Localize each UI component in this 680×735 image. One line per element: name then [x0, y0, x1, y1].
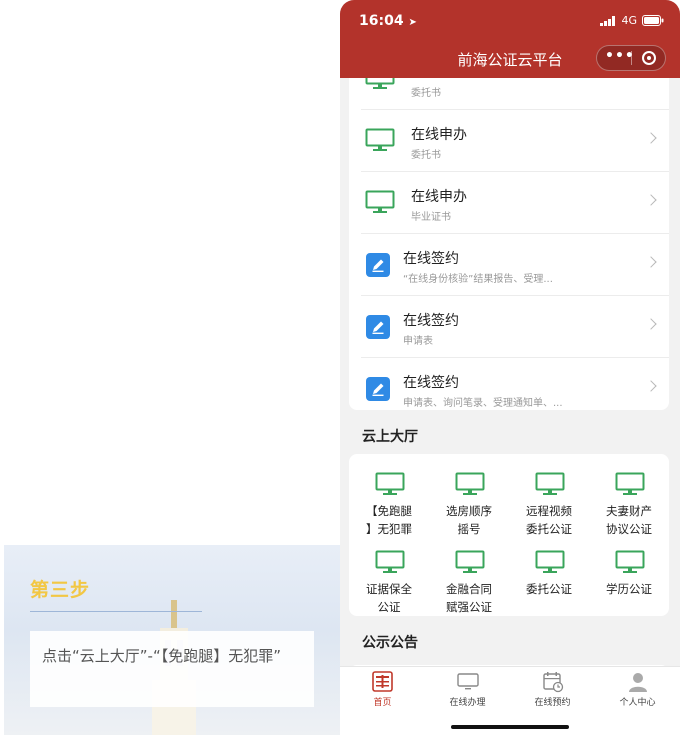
step-title: 第三步 — [30, 579, 91, 601]
calendar-icon — [543, 672, 564, 693]
item-title: 在线签约 — [403, 375, 459, 391]
item-subtitle: 申请表、询问笔录、受理通知单、... — [403, 398, 563, 409]
item-subtitle: 毕业证书 — [411, 212, 451, 223]
monitor-icon — [615, 472, 645, 495]
scroll-content[interactable]: 委托书 在线申办 委托书 在线申办 毕业证书 在线签约 “在线身份核验”结果报告… — [340, 78, 680, 668]
home-seal-icon — [372, 671, 393, 692]
article-panel: 第三步 点击“云上大厅”-“【免跑腿】无犯罪” — [0, 0, 340, 735]
item-title: 在线申办 — [411, 189, 467, 205]
item-subtitle: 委托书 — [411, 88, 441, 99]
tab-label: 在线预约 — [534, 698, 571, 708]
section-title-hall: 云上大厅 — [362, 429, 418, 445]
item-title: 在线签约 — [403, 313, 459, 329]
section-title-notice: 公示公告 — [362, 635, 418, 651]
chevron-right-icon — [645, 132, 657, 144]
monitor-icon — [455, 550, 485, 573]
monitor-icon — [455, 472, 485, 495]
hall-item-entrust-notarization[interactable]: 委托公证 — [509, 538, 589, 616]
hall-item-label: 夫妻财产 协议公证 — [606, 504, 652, 536]
hall-item-no-criminal-record[interactable]: 【免跑腿 】无犯罪 — [349, 460, 429, 538]
monitor-icon — [365, 190, 395, 213]
signal-icon — [600, 15, 616, 26]
monitor-icon — [457, 673, 479, 690]
tab-label: 首页 — [373, 698, 392, 708]
pen-icon — [366, 315, 390, 339]
network-label: 4G — [621, 14, 637, 27]
tab-personal-center[interactable]: 个人中心 — [595, 667, 680, 717]
chevron-right-icon — [645, 256, 657, 268]
hall-item-label: 证据保全 公证 — [366, 582, 412, 614]
list-item[interactable]: 在线申办 委托书 — [349, 110, 669, 172]
hall-item-label: 选房顺序 摇号 — [446, 504, 492, 536]
item-title: 在线申办 — [411, 127, 467, 143]
list-item[interactable]: 在线签约 申请表、询问笔录、受理通知单、... — [349, 358, 669, 420]
monitor-icon — [365, 78, 395, 89]
step-card: 第三步 点击“云上大厅”-“【免跑腿】无犯罪” — [4, 545, 340, 735]
monitor-icon — [375, 550, 405, 573]
monitor-icon — [365, 128, 395, 151]
item-subtitle: 申请表 — [403, 336, 433, 347]
hall-item-label: 远程视频 委托公证 — [526, 504, 572, 536]
battery-icon — [642, 15, 664, 26]
chevron-right-icon — [645, 194, 657, 206]
nav-bar: 前海公证云平台 ••• — [340, 42, 680, 78]
home-indicator — [451, 725, 569, 729]
list-item[interactable]: 在线申办 毕业证书 — [349, 172, 669, 234]
hall-item-label: 学历公证 — [606, 582, 652, 596]
monitor-icon — [375, 472, 405, 495]
hall-item-label: 金融合同 赋强公证 — [446, 582, 492, 614]
chevron-right-icon — [645, 380, 657, 392]
tab-label: 个人中心 — [619, 698, 656, 708]
miniprogram-capsule: ••• — [596, 45, 666, 71]
item-subtitle: “在线身份核验”结果报告、受理... — [403, 274, 553, 285]
hall-item-video-entrust[interactable]: 远程视频 委托公证 — [509, 460, 589, 538]
phone-screen: 16:04 ➤ 4G 前海公证云平台 ••• 委托书 在线申办 委托书 在线申办… — [340, 0, 680, 735]
step-instruction-box: 点击“云上大厅”-“【免跑腿】无犯罪” — [30, 631, 314, 707]
hall-item-marital-property[interactable]: 夫妻财产 协议公证 — [589, 460, 669, 538]
step-instruction-text: 点击“云上大厅”-“【免跑腿】无犯罪” — [42, 647, 281, 665]
monitor-icon — [535, 550, 565, 573]
hall-grid: 【免跑腿 】无犯罪 选房顺序 摇号 远程视频 委托公证 夫妻财产 协议公证 证据保全 公证… — [349, 454, 669, 616]
hall-item-house-lottery[interactable]: 选房顺序 摇号 — [429, 460, 509, 538]
chevron-right-icon — [645, 318, 657, 330]
item-title: 在线签约 — [403, 251, 459, 267]
person-icon — [629, 673, 647, 692]
hall-item-education-notarization[interactable]: 学历公证 — [589, 538, 669, 616]
hall-item-label: 【免跑腿 】无犯罪 — [366, 504, 412, 536]
tab-online-processing[interactable]: 在线办理 — [425, 667, 510, 717]
list-item[interactable]: 在线签约 申请表 — [349, 296, 669, 358]
pen-icon — [366, 377, 390, 401]
tab-home[interactable]: 首页 — [340, 667, 425, 717]
divider — [30, 611, 202, 612]
list-item[interactable]: 委托书 — [349, 78, 669, 110]
pen-icon — [366, 253, 390, 277]
status-time: 16:04 ➤ — [359, 13, 417, 29]
hall-item-evidence-preservation[interactable]: 证据保全 公证 — [349, 538, 429, 616]
status-indicators: 4G — [600, 14, 664, 27]
service-list: 委托书 在线申办 委托书 在线申办 毕业证书 在线签约 “在线身份核验”结果报告… — [349, 78, 669, 410]
tab-label: 在线办理 — [449, 698, 486, 708]
item-subtitle: 委托书 — [411, 150, 441, 161]
tab-online-appointment[interactable]: 在线预约 — [510, 667, 595, 717]
hall-item-label: 委托公证 — [526, 582, 572, 596]
location-arrow-icon: ➤ — [408, 17, 417, 28]
hall-item-financial-contract[interactable]: 金融合同 赋强公证 — [429, 538, 509, 616]
monitor-icon — [615, 550, 645, 573]
status-bar: 16:04 ➤ 4G — [340, 0, 680, 42]
capsule-divider — [631, 51, 632, 65]
tab-bar: 首页 在线办理 在线预约 个人中心 — [340, 666, 680, 735]
monitor-icon — [535, 472, 565, 495]
list-item[interactable]: 在线签约 “在线身份核验”结果报告、受理... — [349, 234, 669, 296]
close-miniprogram-icon[interactable] — [642, 51, 656, 65]
